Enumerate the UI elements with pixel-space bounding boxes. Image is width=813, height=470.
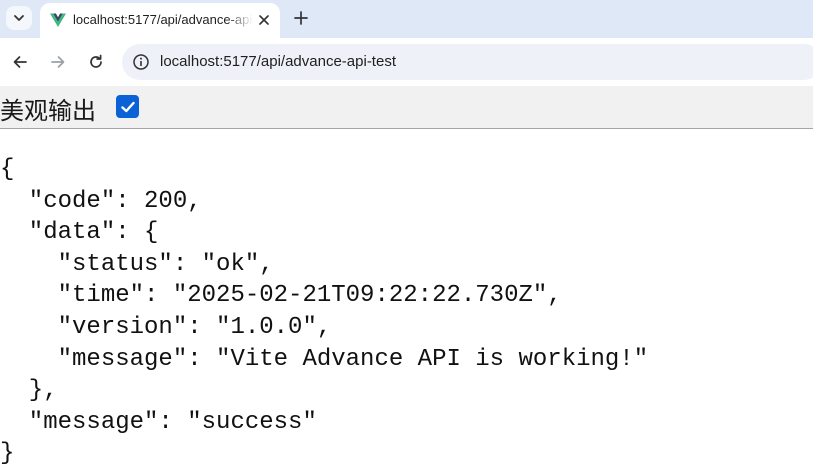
reload-button[interactable] (84, 50, 108, 74)
tab-title: localhost:5177/api/advance-api-test (73, 12, 253, 27)
info-icon[interactable] (132, 53, 150, 71)
pretty-print-bar: 美观输出 (0, 86, 813, 129)
json-line: }, (0, 377, 58, 405)
back-button[interactable] (8, 50, 32, 74)
plus-icon (294, 11, 308, 25)
browser-toolbar: localhost:5177/api/advance-api-test (0, 38, 813, 86)
json-line: "message": "Vite Advance API is working!… (0, 345, 649, 373)
vue-logo-icon (50, 13, 66, 27)
tab-search-button[interactable] (6, 6, 32, 30)
json-line: "message": "success" (0, 408, 317, 436)
tab-strip: localhost:5177/api/advance-api-test (0, 0, 813, 38)
chevron-down-icon (14, 15, 24, 21)
json-line: "code": 200, (0, 187, 202, 215)
json-line: "data": { (0, 219, 159, 247)
arrow-left-icon (13, 56, 27, 68)
arrow-right-icon (51, 56, 65, 68)
close-tab-button[interactable] (254, 10, 274, 30)
reload-icon (90, 54, 102, 68)
pretty-print-checkbox[interactable] (116, 95, 139, 118)
json-line: } (0, 440, 15, 468)
active-tab[interactable]: localhost:5177/api/advance-api-test (40, 3, 280, 38)
json-line: "version": "1.0.0", (0, 313, 332, 341)
json-line: "time": "2025-02-21T09:22:22.730Z", (0, 282, 562, 310)
new-tab-button[interactable] (290, 7, 312, 29)
forward-button[interactable] (46, 50, 70, 74)
address-bar[interactable]: localhost:5177/api/advance-api-test (122, 44, 813, 80)
close-icon (259, 15, 269, 25)
url-text[interactable]: localhost:5177/api/advance-api-test (160, 53, 396, 70)
pretty-print-label[interactable]: 美观输出 (0, 91, 96, 126)
json-line: "status": "ok", (0, 250, 274, 278)
json-output: { "code": 200, "data": { "status": "ok",… (0, 154, 648, 470)
json-line: { (0, 156, 15, 183)
checkmark-icon (120, 101, 135, 112)
